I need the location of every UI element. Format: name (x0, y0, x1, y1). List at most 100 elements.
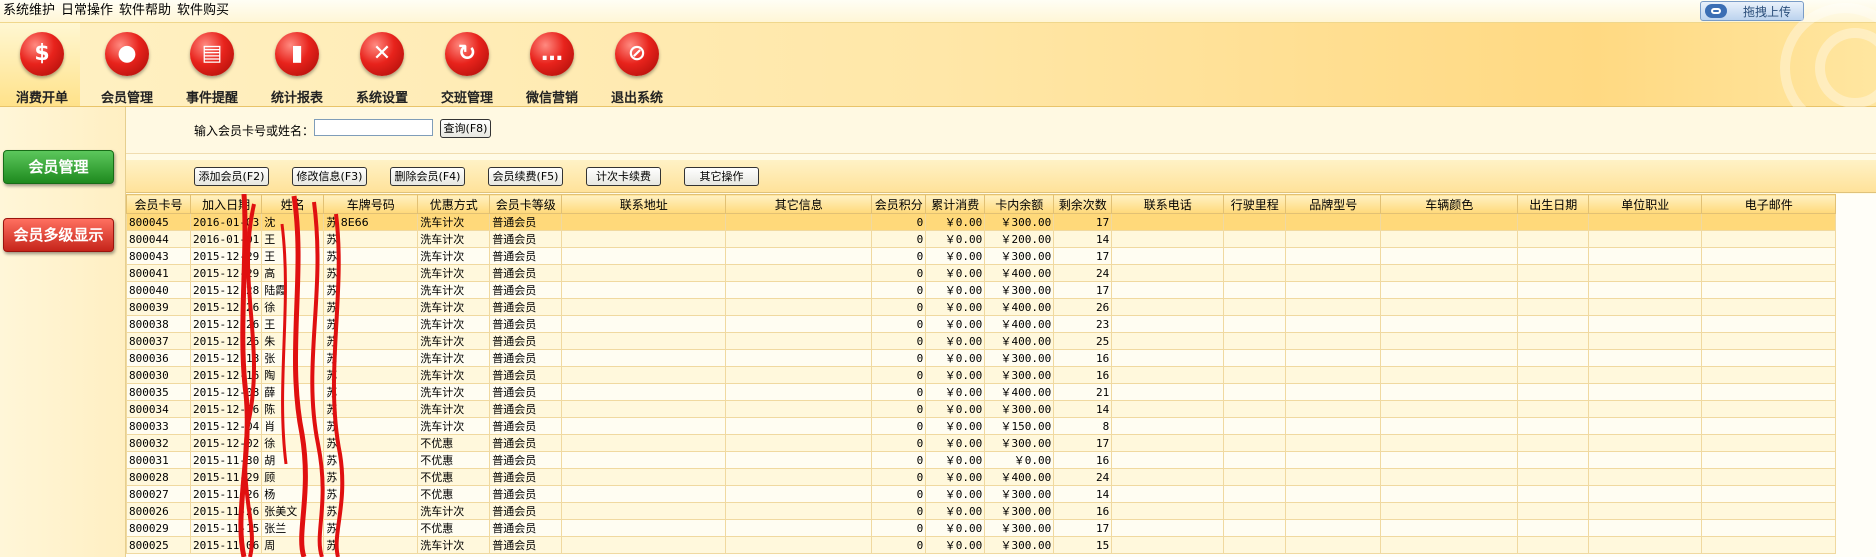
table-cell: 2015-12-26 (189, 315, 263, 333)
column-header[interactable]: 会员卡号 (126, 194, 191, 214)
table-cell: 800039 (126, 298, 191, 316)
table-row[interactable]: 800034 2015-12-06 陈苏洗车计次 普通会员 0 ￥0.00 ￥300.00 1… (126, 400, 1837, 418)
table-row[interactable]: 800040 2015-12-28 陆霞苏洗车计次 普通会员 0 ￥0.00 ￥300.00… (126, 281, 1837, 299)
table-cell: 洗车计次 (417, 298, 491, 316)
member-renew-button[interactable]: 会员续费(F5) (488, 167, 563, 186)
table-cell: 肖 (261, 417, 325, 435)
table-row[interactable]: 800025 2015-11-06 周苏洗车计次 普通会员 0 ￥0.00 ￥300.00 1… (126, 536, 1837, 554)
member-icon: ● (105, 32, 149, 76)
column-header[interactable]: 剩余次数 (1053, 194, 1113, 214)
table-cell: 25 (1053, 332, 1113, 350)
table-row[interactable]: 800032 2015-12-02 徐苏不优惠 普通会员 0 ￥0.00 ￥300.00 17 (126, 434, 1837, 452)
column-header[interactable]: 累计消费 (925, 194, 986, 214)
column-header[interactable]: 会员卡等级 (489, 194, 563, 214)
table-row[interactable]: 800039 2015-12-26 徐苏洗车计次 普通会员 0 ￥0.00 ￥400.00 2… (126, 298, 1837, 316)
table-row[interactable]: 800038 2015-12-26 王苏洗车计次 普通会员 0 ￥0.00 ￥400.00 2… (126, 315, 1837, 333)
table-cell (1588, 213, 1703, 231)
table-cell: 26 (1053, 298, 1113, 316)
menu-daily-operations[interactable]: 日常操作 (58, 0, 116, 22)
table-cell: ￥0.00 (925, 434, 986, 452)
table-cell: 0 (871, 349, 927, 367)
table-cell: 800030 (126, 366, 191, 384)
table-row[interactable]: 800033 2015-12-04 肖苏洗车计次 普通会员 0 ￥0.00 ￥150.00 8 (126, 417, 1837, 435)
toolbar-button-2[interactable]: ● 会员管理 (85, 23, 165, 106)
table-row[interactable]: 800031 2015-11-30 胡苏不优惠 普通会员 0 ￥0.00 ￥0.00 16 (126, 451, 1837, 469)
table-row[interactable]: 800044 2016-01-01 王苏洗车计次 普通会员 0 ￥0.00 ￥200.00 1… (126, 230, 1837, 248)
column-header[interactable]: 姓名 (261, 194, 325, 214)
column-header[interactable]: 行驶里程 (1223, 194, 1287, 214)
column-header[interactable]: 车辆颜色 (1380, 194, 1519, 214)
table-cell (1380, 502, 1519, 520)
table-cell: 苏 (323, 298, 419, 316)
toolbar-button-5[interactable]: ✕ 系统设置 (340, 23, 420, 106)
table-cell (1380, 315, 1519, 333)
table-cell (1517, 281, 1590, 299)
column-header[interactable]: 出生日期 (1517, 194, 1590, 214)
table-cell: 不优惠 (417, 451, 491, 469)
table-row[interactable]: 800026 2015-11-26 张美文苏洗车计次 普通会员 0 ￥0.00 ￥300.0… (126, 502, 1837, 520)
table-cell: ￥0.00 (925, 485, 986, 503)
query-button[interactable]: 查询(F8) (440, 119, 491, 138)
toolbar-button-3[interactable]: ▤ 事件提醒 (170, 23, 250, 106)
add-member-button[interactable]: 添加会员(F2) (194, 167, 269, 186)
search-input[interactable] (314, 119, 433, 136)
table-cell: 张兰 (261, 519, 325, 537)
toolbar-button-7[interactable]: … 微信营销 (510, 23, 590, 106)
table-row[interactable]: 800045 2016-01-03 沈苏 8E66 洗车计次 普通会员 0 ￥0.00 ￥30… (126, 213, 1837, 231)
column-header[interactable]: 优惠方式 (417, 194, 491, 214)
table-cell (1588, 366, 1703, 384)
table-cell: 2015-12-08 (189, 383, 263, 401)
toolbar-button-1[interactable]: $ 消费开单 (0, 23, 80, 106)
column-header[interactable]: 加入日期 (189, 194, 263, 214)
table-cell (1517, 349, 1590, 367)
table-row[interactable]: 800035 2015-12-08 薛苏洗车计次 普通会员 0 ￥0.00 ￥400.00 2… (126, 383, 1837, 401)
table-cell: 苏 (323, 281, 419, 299)
table-cell: ￥400.00 (984, 332, 1055, 350)
drag-upload-button[interactable]: 拖拽上传 (1700, 1, 1804, 21)
table-cell: 普通会员 (489, 230, 563, 248)
table-cell: 不优惠 (417, 434, 491, 452)
book-icon: ▤ (190, 32, 234, 76)
column-header[interactable]: 联系地址 (561, 194, 727, 214)
table-row[interactable]: 800036 2015-12-18 张苏洗车计次 普通会员 0 ￥0.00 ￥300.00 1… (126, 349, 1837, 367)
member-manage-button[interactable]: 会员管理 (3, 150, 114, 184)
table-cell (1380, 213, 1519, 231)
member-level-display-button[interactable]: 会员多级显示 (3, 218, 114, 252)
column-header[interactable]: 联系电话 (1111, 194, 1225, 214)
column-header[interactable]: 车牌号码 (323, 194, 419, 214)
table-cell: 洗车计次 (417, 502, 491, 520)
edit-member-button[interactable]: 修改信息(F3) (292, 167, 367, 186)
menu-software-help[interactable]: 软件帮助 (116, 0, 174, 22)
column-header[interactable]: 品牌型号 (1285, 194, 1382, 214)
table-cell (1285, 281, 1382, 299)
toolbar-button-6[interactable]: ↻ 交班管理 (425, 23, 505, 106)
table-cell: 洗车计次 (417, 383, 491, 401)
menu-software-purchase[interactable]: 软件购买 (174, 0, 232, 22)
toolbar-button-8[interactable]: ⊘ 退出系统 (595, 23, 675, 106)
table-row[interactable]: 800027 2015-11-26 杨苏不优惠 普通会员 0 ￥0.00 ￥300.00 14 (126, 485, 1837, 503)
table-row[interactable]: 800028 2015-11-29 顾苏不优惠 普通会员 0 ￥0.00 ￥400.00 24 (126, 468, 1837, 486)
column-header[interactable]: 其它信息 (725, 194, 873, 214)
table-row[interactable]: 800037 2015-12-26 朱苏洗车计次 普通会员 0 ￥0.00 ￥400.00 2… (126, 332, 1837, 350)
count-card-renew-button[interactable]: 计次卡续费 (586, 167, 661, 186)
menu-system-maintenance[interactable]: 系统维护 (0, 0, 58, 22)
table-cell: 普通会员 (489, 383, 563, 401)
table-row[interactable]: 800030 2015-12-16 陶苏洗车计次 普通会员 0 ￥0.00 ￥300.00 1… (126, 366, 1837, 384)
table-cell: 0 (871, 332, 927, 350)
column-header[interactable]: 卡内余额 (984, 194, 1055, 214)
table-row[interactable]: 800043 2015-12-29 王苏洗车计次 普通会员 0 ￥0.00 ￥300.00 1… (126, 247, 1837, 265)
other-operations-button[interactable]: 其它操作 (684, 167, 759, 186)
column-header[interactable]: 会员积分 (871, 194, 927, 214)
column-header[interactable]: 单位职业 (1588, 194, 1703, 214)
table-cell: ￥0.00 (925, 468, 986, 486)
table-cell: 0 (871, 485, 927, 503)
table-row[interactable]: 800041 2015-12-29 高苏洗车计次 普通会员 0 ￥0.00 ￥400.00 2… (126, 264, 1837, 282)
table-cell (561, 213, 727, 231)
column-header[interactable]: 电子邮件 (1701, 194, 1837, 214)
table-cell: 王 (261, 230, 325, 248)
table-row[interactable]: 800029 2015-11-15 张兰苏不优惠 普通会员 0 ￥0.00 ￥300.00 1… (126, 519, 1837, 537)
table-cell: 普通会员 (489, 519, 563, 537)
toolbar-button-4[interactable]: ▮ 统计报表 (255, 23, 335, 106)
table-cell (1380, 536, 1519, 554)
delete-member-button[interactable]: 删除会员(F4) (390, 167, 465, 186)
